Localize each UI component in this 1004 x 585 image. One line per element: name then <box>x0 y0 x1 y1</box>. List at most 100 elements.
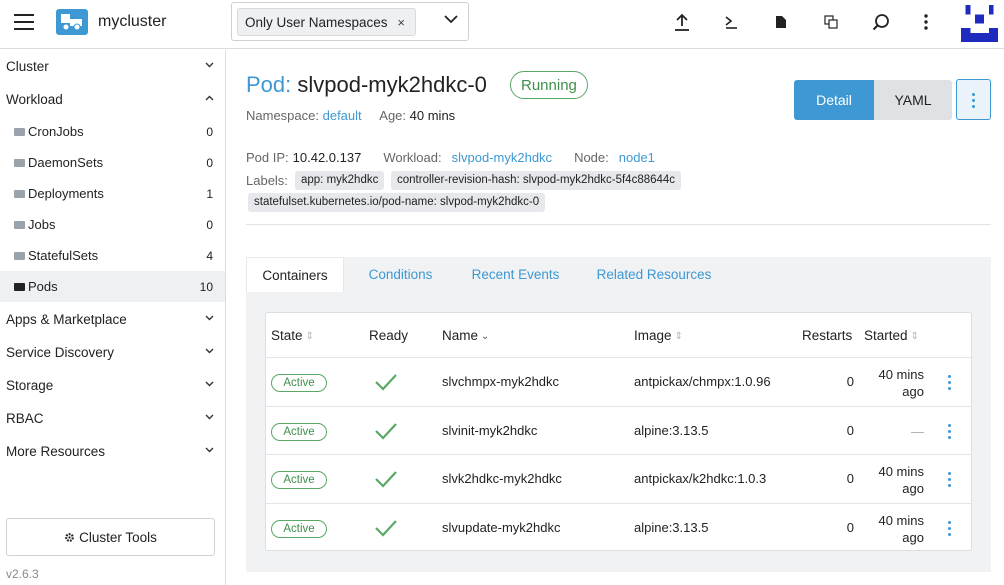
sidebar-item-cronjobs[interactable]: CronJobs 0 <box>0 116 225 147</box>
pod-namespace-age: Namespace: default Age: 40 mins <box>246 108 455 123</box>
restarts-value: 0 <box>846 423 854 438</box>
node-label: Node: <box>574 150 609 165</box>
pod-details: Pod IP: 10.42.0.137 Workload: slvpod-myk2hd… <box>246 150 655 165</box>
folder-icon <box>14 159 25 167</box>
sidebar-item-count: 1 <box>206 187 213 201</box>
chevron-down-icon <box>205 62 214 68</box>
sidebar-group-label: Service Discovery <box>6 345 115 360</box>
label-chip: statefulset.kubernetes.io/pod-name: slvp… <box>248 193 546 212</box>
container-name: slvk2hdkc-myk2hdkc <box>442 471 562 486</box>
app-version: v2.6.3 <box>6 567 39 581</box>
detail-view-button[interactable]: Detail <box>794 80 874 120</box>
status-badge: Running <box>510 71 588 99</box>
chevron-down-icon <box>205 315 214 321</box>
row-actions-icon[interactable] <box>948 375 952 391</box>
copy-kubeconfig-icon[interactable] <box>821 12 841 32</box>
container-name: slvchmpx-myk2hdkc <box>442 374 560 389</box>
check-icon <box>375 471 397 488</box>
workload-link[interactable]: slvpod-myk2hdkc <box>452 150 552 165</box>
tab-recent-events[interactable]: Recent Events <box>459 257 572 293</box>
sidebar-group-label: Apps & Marketplace <box>6 312 127 327</box>
tab-conditions[interactable]: Conditions <box>354 257 447 293</box>
sidebar-group-storage[interactable]: Storage <box>0 369 225 402</box>
state-badge: Active <box>271 374 327 392</box>
resource-kind-link[interactable]: Pod: <box>246 72 291 97</box>
sidebar-item-jobs[interactable]: Jobs 0 <box>0 209 225 240</box>
column-header-started[interactable]: Started ⇕ <box>864 328 919 343</box>
sidebar-group-label: Workload <box>6 92 63 107</box>
upload-icon[interactable] <box>672 12 692 32</box>
divider <box>246 224 991 225</box>
more-vert-icon[interactable] <box>916 12 936 32</box>
label-chip: app: myk2hdkc <box>295 171 385 190</box>
sidebar-item-daemonsets[interactable]: DaemonSets 0 <box>0 147 225 178</box>
folder-icon <box>14 252 25 260</box>
restarts-value: 0 <box>846 471 854 486</box>
sort-desc-icon: ⌄ <box>481 331 490 342</box>
search-icon[interactable] <box>871 12 891 32</box>
age-label: Age: <box>379 108 407 123</box>
namespace-filter-chip: Only User Namespaces × <box>237 8 416 36</box>
page-title: Pod: slvpod-myk2hdkc-0 <box>246 72 487 98</box>
sidebar-item-count: 0 <box>206 125 213 139</box>
sidebar-group-workload[interactable]: Workload <box>0 83 225 116</box>
sidebar: Cluster Workload CronJobs 0 DaemonSets 0… <box>0 50 226 585</box>
containers-table: State ⇕ Ready Name ⌄ Image ⇕ Restarts Start… <box>265 312 972 551</box>
container-image: antpickax/k2hdkc:1.0.3 <box>634 471 767 486</box>
kubectl-shell-icon[interactable] <box>721 12 741 32</box>
tab-containers[interactable]: Containers <box>246 257 344 293</box>
check-icon <box>375 520 397 537</box>
column-header-state[interactable]: State ⇕ <box>271 328 314 343</box>
state-badge: Active <box>271 471 327 489</box>
column-header-name[interactable]: Name ⌄ <box>442 328 489 343</box>
sidebar-group-more-resources[interactable]: More Resources <box>0 435 225 468</box>
started-value: 40 mins ago <box>878 464 924 496</box>
table-row: Active slvupdate-myk2hdkc alpine:3.13.5 … <box>266 503 971 552</box>
table-row: Active slvchmpx-myk2hdkc antpickax/chmpx… <box>266 357 971 406</box>
main-content: Pod: slvpod-myk2hdkc-0 Running Namespace… <box>227 50 1004 585</box>
table-row: Active slvk2hdkc-myk2hdkc antpickax/k2hd… <box>266 454 971 503</box>
row-actions-icon[interactable] <box>948 424 952 440</box>
namespace-label: Namespace: <box>246 108 319 123</box>
sidebar-group-label: Storage <box>6 378 54 393</box>
tab-related-resources[interactable]: Related Resources <box>584 257 724 293</box>
row-actions-icon[interactable] <box>948 521 952 537</box>
sidebar-group-cluster[interactable]: Cluster <box>0 50 225 83</box>
sort-icon: ⇕ <box>674 331 683 342</box>
menu-icon[interactable] <box>14 14 34 30</box>
chevron-down-icon <box>205 348 214 354</box>
node-link[interactable]: node1 <box>619 150 655 165</box>
state-badge: Active <box>271 520 327 538</box>
sidebar-item-deployments[interactable]: Deployments 1 <box>0 178 225 209</box>
download-kubeconfig-icon[interactable] <box>771 12 791 32</box>
sidebar-group-rbac[interactable]: RBAC <box>0 402 225 435</box>
top-header: mycluster Only User Namespaces × <box>0 0 1004 49</box>
column-header-image[interactable]: Image ⇕ <box>634 328 683 343</box>
gear-icon <box>65 533 74 542</box>
age-value: 40 mins <box>409 108 456 123</box>
sidebar-item-label: Jobs <box>28 217 56 232</box>
label-chip: controller-revision-hash: slvpod-myk2hdk… <box>391 171 682 190</box>
namespace-filter-select[interactable]: Only User Namespaces × <box>231 2 469 41</box>
folder-icon <box>14 128 25 136</box>
yaml-view-button[interactable]: YAML <box>874 80 952 120</box>
sidebar-group-label: RBAC <box>6 411 44 426</box>
close-icon[interactable]: × <box>397 15 405 30</box>
cluster-name[interactable]: mycluster <box>98 13 166 31</box>
sidebar-item-pods[interactable]: Pods 10 <box>0 271 225 302</box>
namespace-link[interactable]: default <box>323 108 362 123</box>
sidebar-group-service-discovery[interactable]: Service Discovery <box>0 336 225 369</box>
sidebar-group-apps[interactable]: Apps & Marketplace <box>0 303 225 336</box>
actions-menu-button[interactable] <box>956 79 991 120</box>
chevron-down-icon <box>205 381 214 387</box>
chevron-down-icon[interactable] <box>444 15 458 24</box>
row-actions-icon[interactable] <box>948 472 952 488</box>
container-image: antpickax/chmpx:1.0.96 <box>634 374 771 389</box>
column-header-ready: Ready <box>369 328 409 343</box>
sidebar-item-count: 10 <box>199 280 213 294</box>
cluster-tools-button[interactable]: Cluster Tools <box>6 518 215 556</box>
sidebar-group-label: Cluster <box>6 59 49 74</box>
chevron-down-icon <box>205 447 214 453</box>
user-avatar[interactable] <box>961 5 998 42</box>
sidebar-item-statefulsets[interactable]: StatefulSets 4 <box>0 240 225 271</box>
